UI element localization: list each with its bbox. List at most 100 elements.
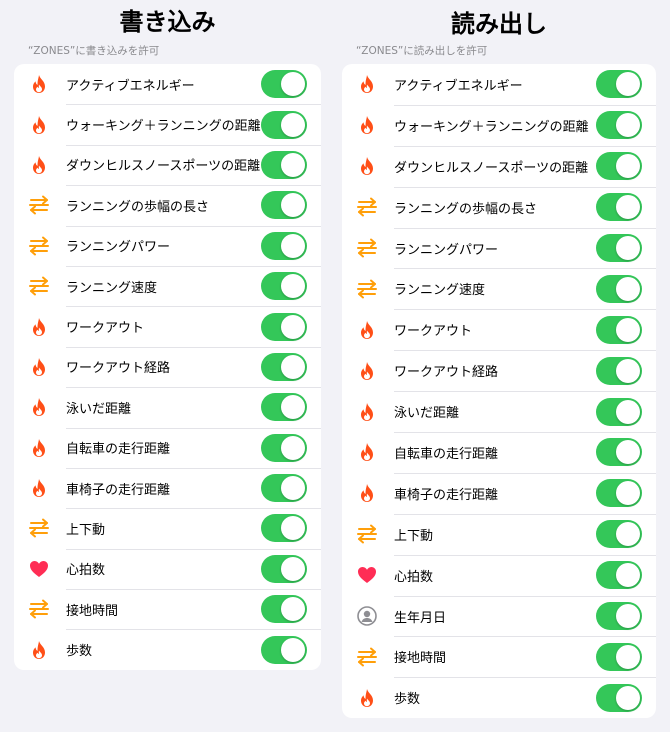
permission-label: ワークアウト経路 (394, 365, 499, 381)
permission-toggle[interactable] (596, 520, 642, 549)
flame-icon (342, 483, 392, 503)
arrows-icon (14, 599, 64, 619)
toggle-knob (616, 236, 640, 260)
permission-toggle[interactable] (261, 191, 307, 220)
permission-toggle[interactable] (261, 433, 307, 462)
flame-icon (14, 640, 64, 660)
arrows-icon (342, 647, 392, 667)
permission-label: 泳いだ距離 (66, 401, 132, 417)
permission-label: ダウンヒルスノースポーツの距離 (394, 160, 589, 176)
permission-label: ランニングパワー (66, 240, 171, 256)
permission-row: 泳いだ距離 (342, 391, 656, 432)
permission-row: 接地時間 (14, 589, 321, 629)
permission-toggle[interactable] (261, 474, 307, 503)
permission-toggle[interactable] (596, 438, 642, 467)
toggle-knob (281, 314, 305, 339)
arrows-icon (342, 238, 392, 258)
permission-label: 上下動 (394, 528, 434, 544)
permission-label: ランニングパワー (394, 242, 499, 258)
toggle-knob (281, 72, 305, 97)
permission-label: ワークアウト (66, 321, 145, 337)
arrows-icon (342, 197, 392, 217)
permission-row: ダウンヒルスノースポーツの距離 (342, 145, 656, 187)
permission-toggle[interactable] (596, 315, 642, 344)
permission-row: ランニング速度 (14, 265, 321, 306)
flame-icon (14, 357, 64, 377)
permission-row: 歩数 (342, 677, 656, 718)
permission-toggle[interactable] (596, 683, 642, 712)
toggle-knob (281, 476, 305, 501)
permission-toggle[interactable] (261, 595, 307, 624)
flame-icon (14, 478, 64, 498)
toggle-knob (616, 358, 640, 383)
permission-toggle[interactable] (261, 514, 307, 543)
heart-icon (342, 566, 392, 584)
permission-toggle[interactable] (261, 554, 307, 583)
permission-toggle[interactable] (261, 150, 307, 179)
permission-label: ランニングの歩幅の長さ (66, 199, 210, 215)
toggle-knob (281, 233, 305, 258)
permission-label: 車椅子の走行距離 (66, 482, 171, 498)
flame-icon (14, 397, 64, 417)
permission-toggle[interactable] (261, 272, 307, 301)
toggle-knob (616, 154, 640, 179)
permission-toggle[interactable] (596, 234, 642, 262)
permission-toggle[interactable] (596, 152, 642, 181)
permission-label: ワークアウト (394, 324, 473, 340)
permission-toggle[interactable] (596, 111, 642, 140)
person-icon (342, 606, 392, 626)
permission-toggle[interactable] (596, 274, 642, 303)
permission-row: ランニングパワー (14, 225, 321, 266)
flame-icon (342, 442, 392, 462)
flame-icon (14, 317, 64, 337)
flame-icon (342, 688, 392, 708)
permission-toggle[interactable] (261, 231, 307, 260)
toggle-knob (616, 317, 640, 342)
permission-row: ランニングの歩幅の長さ (342, 186, 656, 228)
permission-label: ウォーキング＋ランニングの距離 (394, 119, 589, 135)
arrows-icon (14, 276, 64, 296)
permission-toggle[interactable] (261, 352, 307, 381)
permission-label: ワークアウト経路 (66, 361, 171, 377)
permission-toggle[interactable] (596, 602, 642, 631)
toggle-knob (616, 72, 640, 97)
toggle-knob (281, 597, 305, 622)
permission-toggle[interactable] (596, 356, 642, 385)
heart-icon (14, 560, 64, 578)
toggle-knob (616, 563, 640, 588)
arrows-icon (14, 236, 64, 256)
permission-row: アクティブエネルギー (14, 64, 321, 104)
toggle-knob (281, 354, 305, 379)
permission-row: 自転車の走行距離 (14, 427, 321, 468)
permission-toggle[interactable] (261, 393, 307, 422)
permission-toggle[interactable] (596, 642, 642, 671)
permission-label: 心拍数 (394, 569, 434, 585)
permission-row: 生年月日 (342, 595, 656, 637)
permission-toggle[interactable] (596, 561, 642, 590)
toggle-knob (281, 395, 305, 420)
toggle-knob (281, 556, 305, 581)
permission-toggle[interactable] (596, 193, 642, 222)
flame-icon (14, 438, 64, 458)
toggle-knob (616, 440, 640, 465)
permission-row: ランニング速度 (342, 268, 656, 309)
permission-toggle[interactable] (261, 635, 307, 664)
toggle-knob (616, 276, 640, 301)
permission-label: 生年月日 (394, 610, 447, 626)
permission-label: 接地時間 (394, 651, 447, 667)
permission-toggle[interactable] (261, 312, 307, 341)
toggle-knob (616, 195, 640, 220)
flame-icon (342, 361, 392, 381)
permission-toggle[interactable] (596, 70, 642, 99)
read-permissions-panel: 読み出し “ZONES”に読み出しを許可 アクティブエネルギー ウォーキング＋ラ… (342, 0, 656, 719)
arrows-icon (342, 279, 392, 299)
permission-toggle[interactable] (261, 110, 307, 139)
permission-row: アクティブエネルギー (342, 64, 656, 105)
permission-toggle[interactable] (261, 70, 307, 99)
permission-toggle[interactable] (596, 397, 642, 426)
permission-toggle[interactable] (596, 479, 642, 508)
write-permissions-list: アクティブエネルギー ウォーキング＋ランニングの距離 ダウンヒルスノースポーツの… (14, 64, 321, 670)
permission-row: ワークアウト経路 (342, 350, 656, 391)
permission-label: 接地時間 (66, 603, 119, 619)
permission-row: 上下動 (342, 513, 656, 555)
